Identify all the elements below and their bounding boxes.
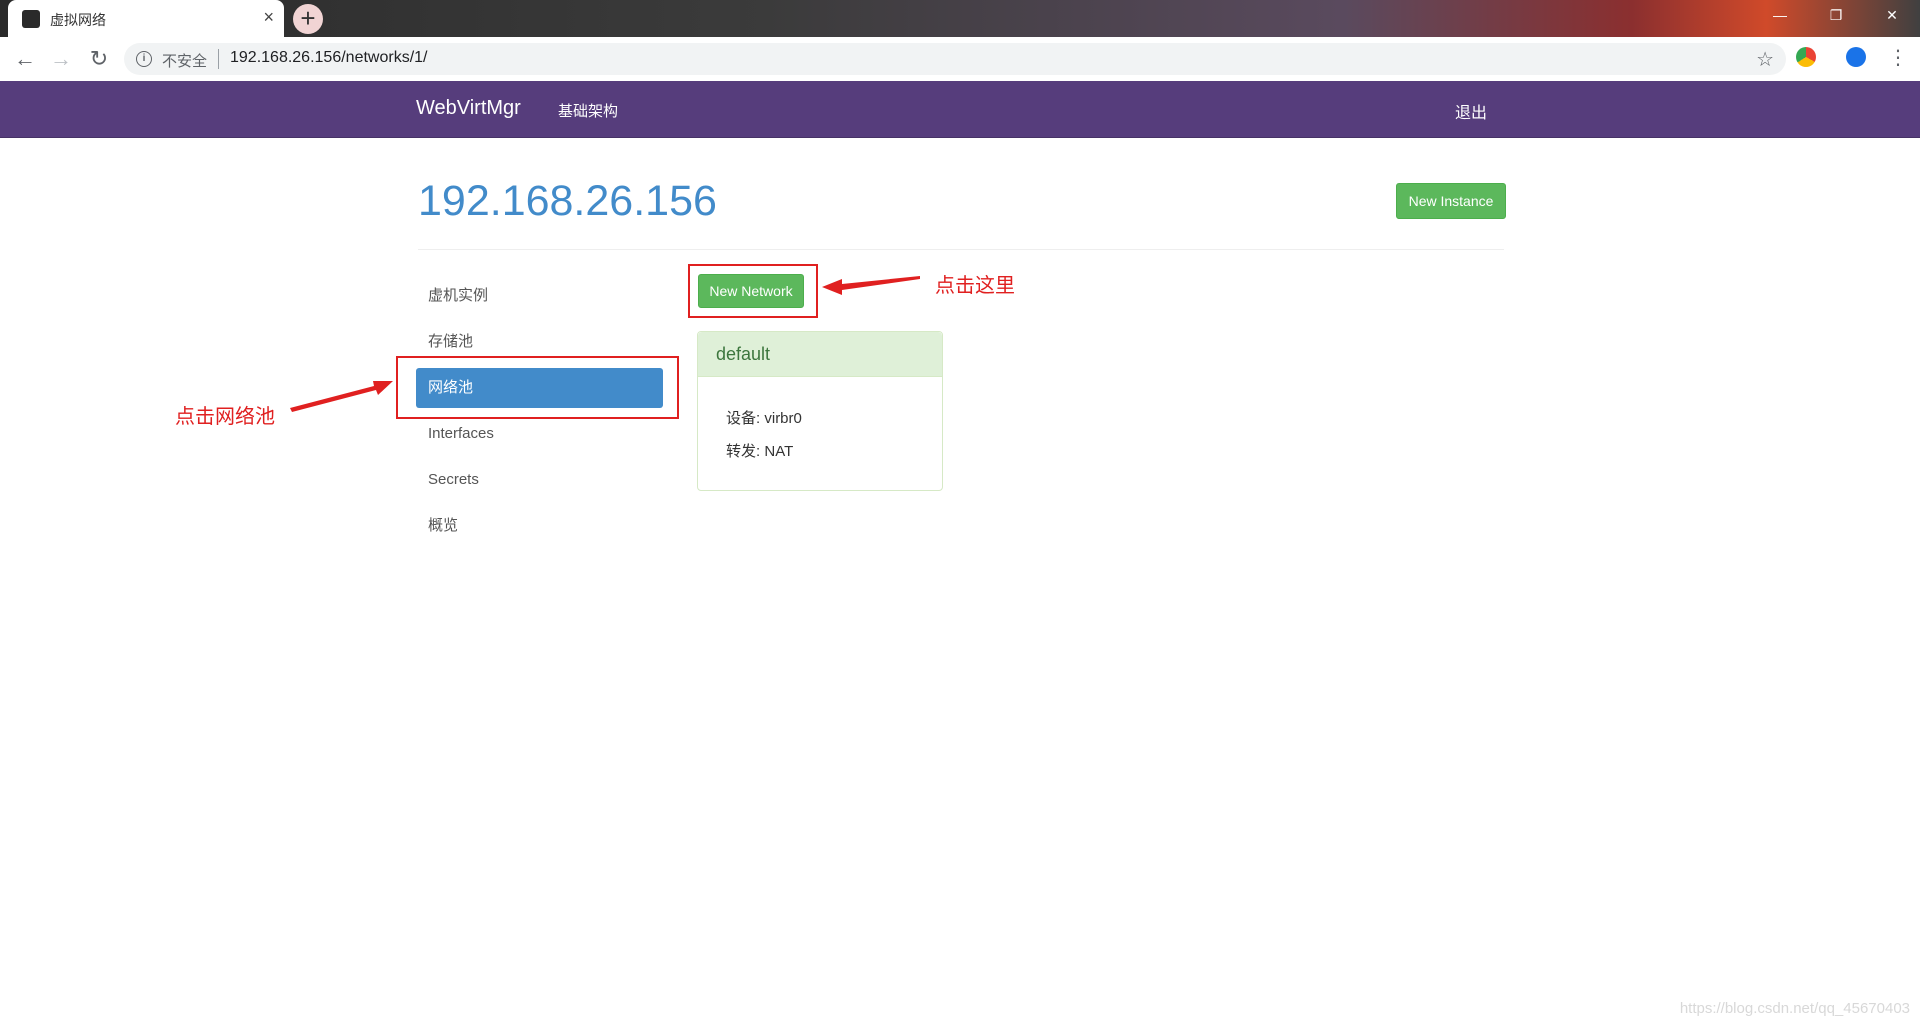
browser-tab-bar: 虚拟网络 × + — ❐ ✕	[0, 0, 1920, 37]
browser-toolbar: ← → ↻ i 不安全 192.168.26.156/networks/1/ ☆	[0, 37, 1920, 82]
browser-menu-icon[interactable]: ⋮	[1888, 45, 1908, 70]
minimize-icon[interactable]: —	[1752, 0, 1808, 30]
arrow-to-new-network-icon	[822, 276, 920, 295]
network-name[interactable]: default	[698, 332, 942, 377]
device-label: 设备	[726, 410, 757, 427]
reload-icon[interactable]: ↻	[86, 46, 112, 72]
window-controls: — ❐ ✕	[1752, 0, 1920, 30]
profile-avatar-icon[interactable]	[1846, 47, 1866, 67]
network-panel-default[interactable]: default 设备: virbr0 转发: NAT	[697, 331, 943, 491]
new-tab-button[interactable]: +	[293, 4, 323, 34]
forward-arrow-icon[interactable]: →	[48, 46, 74, 72]
annotation-click-network-pool: 点击网络池	[175, 406, 275, 428]
url-divider	[218, 49, 219, 69]
tab-close-icon[interactable]: ×	[263, 7, 274, 28]
back-arrow-icon[interactable]: ←	[12, 46, 38, 72]
header-divider	[418, 249, 1504, 250]
new-instance-button[interactable]: New Instance	[1396, 183, 1506, 219]
sidebar-item-secrets[interactable]: Secrets	[416, 460, 663, 500]
nav-link-infrastructure[interactable]: 基础架构	[558, 100, 618, 121]
page-title: 192.168.26.156	[418, 177, 717, 225]
highlight-new-network	[688, 264, 818, 318]
extension-icon[interactable]	[1796, 47, 1816, 67]
brand-logo[interactable]: WebVirtMgr	[416, 97, 521, 120]
device-value: virbr0	[764, 410, 802, 427]
annotation-click-here: 点击这里	[935, 275, 1015, 297]
forward-label: 转发	[726, 443, 757, 460]
watermark: https://blog.csdn.net/qq_45670403	[1679, 1000, 1910, 1017]
bookmark-star-icon[interactable]: ☆	[1756, 47, 1774, 72]
browser-tab[interactable]: 虚拟网络 ×	[8, 0, 284, 37]
info-icon[interactable]: i	[136, 51, 152, 67]
forward-value: NAT	[764, 443, 794, 460]
tab-favicon-icon	[22, 10, 40, 28]
window-close-icon[interactable]: ✕	[1864, 0, 1920, 30]
sidebar-item-instances[interactable]: 虚机实例	[416, 276, 663, 316]
restore-icon[interactable]: ❐	[1808, 0, 1864, 30]
highlight-network-pool	[396, 356, 679, 419]
network-forward-row: 转发: NAT	[726, 443, 794, 460]
sidebar-item-overview[interactable]: 概览	[416, 506, 663, 546]
sidebar-item-interfaces[interactable]: Interfaces	[416, 414, 663, 454]
arrow-to-network-pool-icon	[290, 381, 393, 412]
url-text[interactable]: 192.168.26.156/networks/1/	[230, 49, 427, 67]
network-device-row: 设备: virbr0	[726, 410, 802, 427]
annotation-arrows	[290, 276, 920, 412]
address-bar[interactable]: i 不安全 192.168.26.156/networks/1/ ☆	[124, 43, 1786, 75]
tab-title: 虚拟网络	[50, 12, 106, 28]
insecure-label: 不安全	[162, 53, 208, 70]
logout-link[interactable]: 退出	[1455, 99, 1487, 123]
app-navbar: WebVirtMgr 基础架构 退出	[0, 81, 1920, 138]
